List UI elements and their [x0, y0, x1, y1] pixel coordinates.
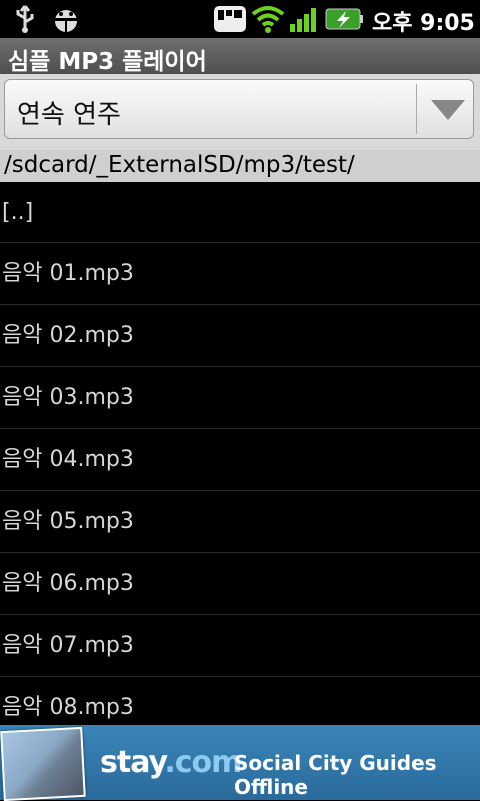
list-item[interactable]: 음악 08.mp3	[0, 677, 480, 725]
spinner-divider	[416, 84, 417, 134]
wifi-icon	[250, 4, 286, 38]
app-title: 심플 MP3 플레이어	[8, 49, 207, 75]
list-item[interactable]: 음악 06.mp3	[0, 553, 480, 615]
list-item[interactable]: 음악 07.mp3	[0, 615, 480, 677]
file-list[interactable]: [..] 음악 01.mp3 음악 02.mp3 음악 03.mp3 음악 04…	[0, 182, 480, 725]
ad-logo-main: stay	[100, 745, 165, 780]
list-item[interactable]: 음악 03.mp3	[0, 367, 480, 429]
ad-logo-suffix: .com	[164, 745, 242, 780]
path-bar: /sdcard/_ExternalSD/mp3/test/	[0, 150, 480, 182]
list-item[interactable]: 음악 01.mp3	[0, 243, 480, 305]
play-mode-spinner[interactable]: 연속 연주	[4, 79, 474, 139]
status-time: 오후 9:05	[372, 11, 475, 36]
status-bar: 오후 9:05	[0, 0, 480, 38]
ad-tagline: Social City Guides Offline	[234, 751, 437, 799]
ad-logo: stay.com	[100, 745, 242, 780]
battery-charging-icon	[324, 4, 364, 38]
current-path: /sdcard/_ExternalSD/mp3/test/	[4, 152, 355, 178]
signal-icon	[288, 4, 322, 38]
chevron-down-icon[interactable]	[431, 100, 465, 126]
notification-icon	[212, 4, 248, 38]
debug-icon	[50, 4, 82, 38]
spinner-selected-value: 연속 연주	[17, 100, 121, 130]
list-item[interactable]: 음악 02.mp3	[0, 305, 480, 367]
list-item[interactable]: 음악 04.mp3	[0, 429, 480, 491]
ad-banner[interactable]: stay.com Social City Guides Offline	[0, 725, 480, 801]
spinner-area: 연속 연주	[0, 74, 480, 150]
city-photo-image	[0, 726, 86, 801]
list-item-parent[interactable]: [..]	[0, 182, 480, 243]
title-bar: 심플 MP3 플레이어	[0, 38, 480, 75]
list-item[interactable]: 음악 05.mp3	[0, 491, 480, 553]
usb-icon	[12, 4, 38, 38]
